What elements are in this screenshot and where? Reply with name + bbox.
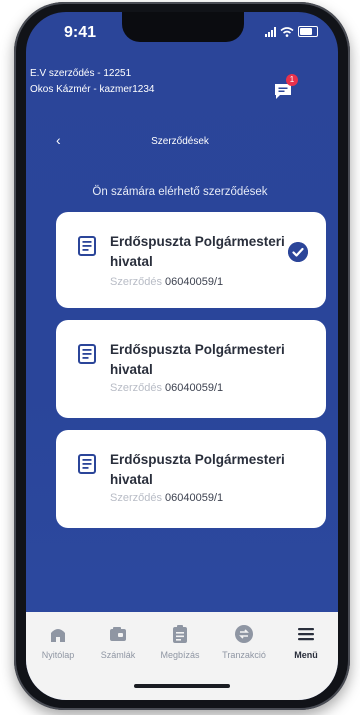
home-indicator [134,684,230,688]
tab-label: Menü [294,650,318,660]
tab-label: Tranzakció [222,650,266,660]
tab-label: Számlák [100,650,136,660]
wallet-icon [110,627,126,641]
contract-name: Erdőspuszta Polgármesteri hivatal [110,342,285,377]
document-icon [78,236,96,256]
contract-name: Erdőspuszta Polgármesteri hivatal [110,452,285,487]
home-icon [51,629,65,642]
contract-number: Szerződés 06040059/1 [110,382,223,394]
contract-label: Szerződés [110,382,162,394]
notch [122,12,244,42]
tab-label: Megbízás [160,650,200,660]
tab-menu[interactable]: Menü [278,624,334,660]
notification-badge: 1 [286,74,298,86]
tab-home[interactable]: Nyitólap [30,624,86,660]
bottom-tab-bar: Nyitólap Számlák Megbízás Tranzakció Men… [26,612,338,700]
tab-orders[interactable]: Megbízás [152,624,208,660]
page-title: Szerződések [151,136,209,147]
contract-card[interactable]: Erdőspuszta Polgármesteri hivatal Szerző… [56,320,326,418]
wifi-icon [280,26,294,37]
document-icon [78,344,96,364]
contract-number-value: 06040059/1 [165,382,224,394]
section-title: Ön számára elérhető szerződések [92,186,268,198]
contract-label: Szerződés [110,492,162,504]
contract-number: Szerződés 06040059/1 [110,276,223,288]
tab-transactions[interactable]: Tranzakció [216,624,272,660]
clipboard-icon [173,625,187,643]
transfer-icon [235,625,253,643]
contract-label: Szerződés [110,276,162,288]
contract-number-value: 06040059/1 [165,492,224,504]
menu-icon [298,628,314,641]
user-line: Okos Kázmér - kazmer1234 [30,84,155,95]
contract-card[interactable]: Erdőspuszta Polgármesteri hivatal Szerző… [56,212,326,308]
status-icons [265,26,318,37]
document-icon [78,454,96,474]
battery-icon [298,26,318,37]
contract-card[interactable]: Erdőspuszta Polgármesteri hivatal Szerző… [56,430,326,528]
tab-accounts[interactable]: Számlák [90,624,146,660]
contract-name: Erdőspuszta Polgármesteri hivatal [110,234,285,269]
contract-line: E.V szerződés - 12251 [30,68,132,79]
tab-label: Nyitólap [41,650,75,660]
status-time: 9:41 [64,24,97,41]
selected-check-icon [288,242,308,262]
signal-icon [265,26,276,37]
contract-number-value: 06040059/1 [165,276,224,288]
contract-number: Szerződés 06040059/1 [110,492,223,504]
